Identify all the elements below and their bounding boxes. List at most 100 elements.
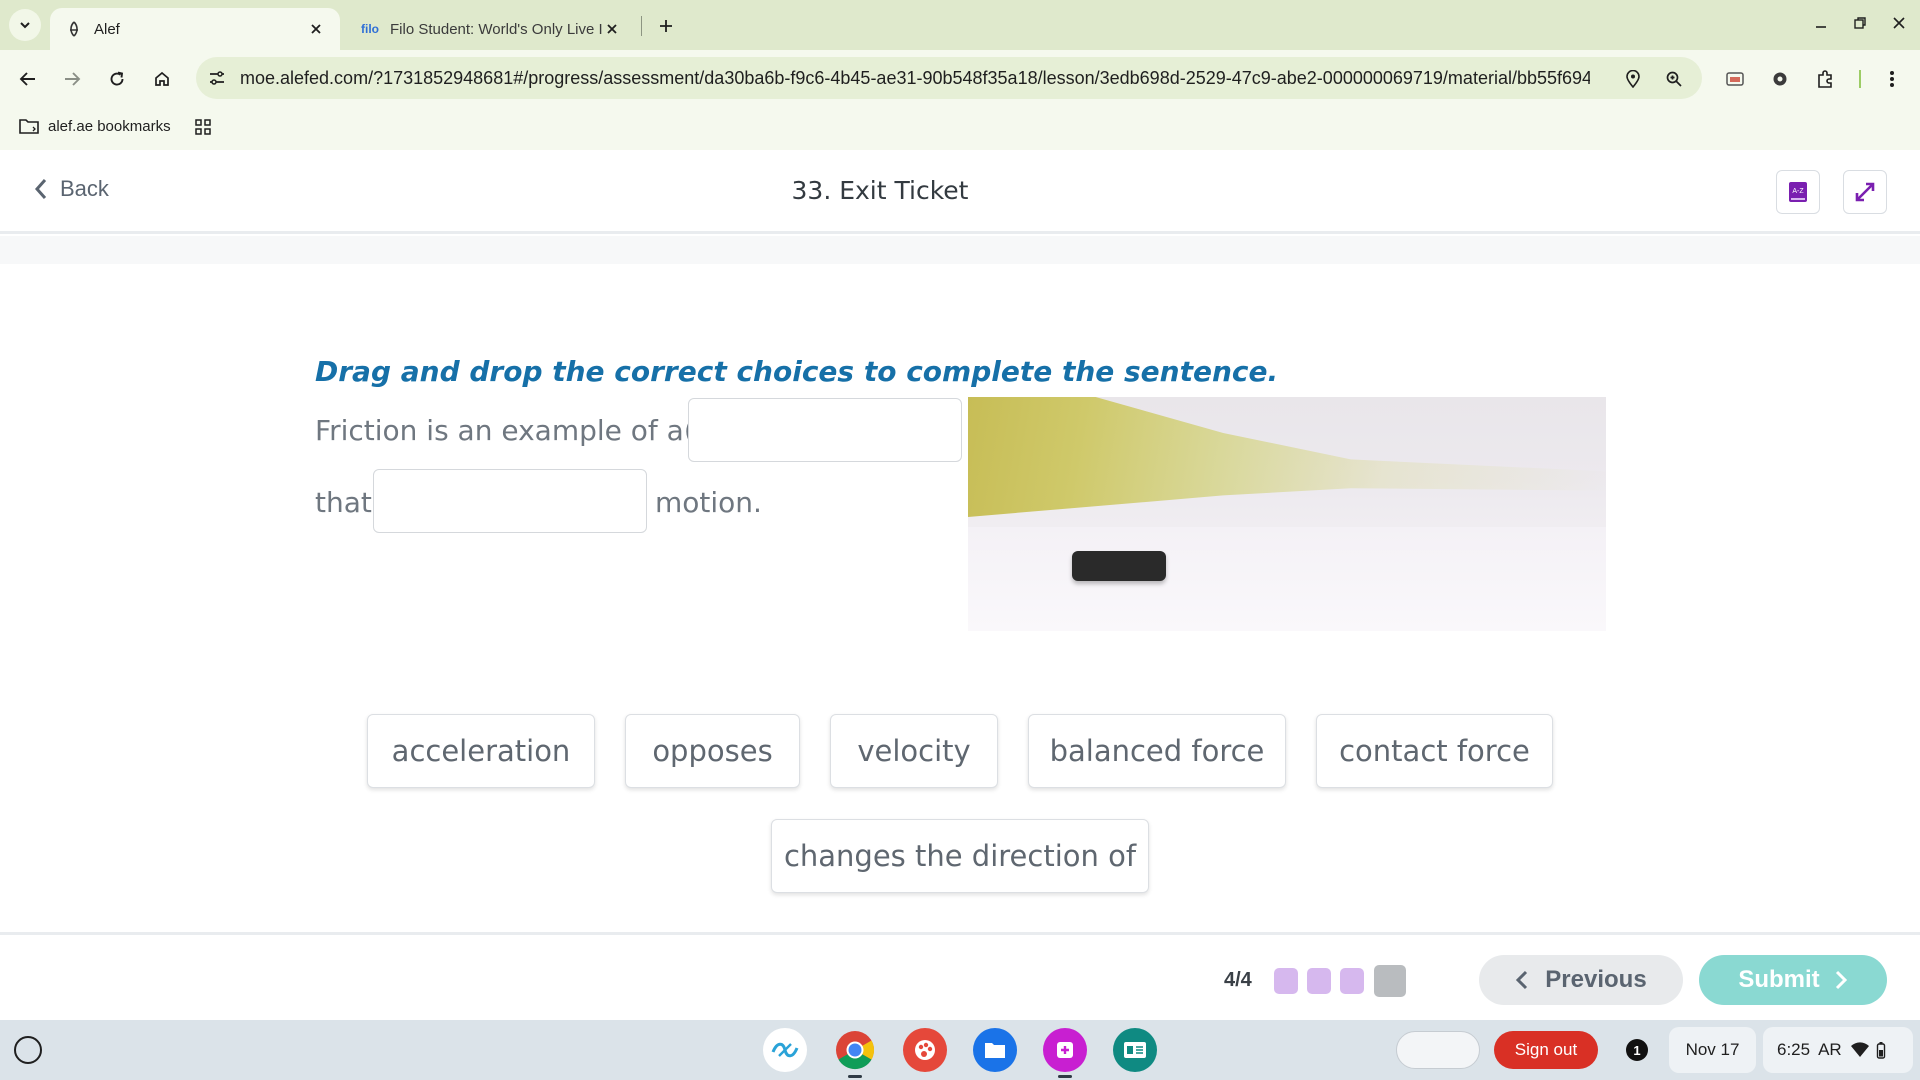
site-info-icon[interactable] — [204, 65, 230, 91]
submit-label: Submit — [1738, 966, 1820, 993]
files-app-icon[interactable] — [973, 1028, 1017, 1072]
tab-title: Filo Student: World's Only Live I — [390, 20, 602, 38]
lesson-header: Back 33. Exit Ticket A-Z — [0, 150, 1920, 234]
new-tab-button[interactable] — [651, 11, 681, 41]
url-text: moe.alefed.com/?1731852948681#/progress/… — [240, 68, 1590, 88]
folder-icon — [19, 119, 39, 134]
drop-zone-1[interactable] — [688, 398, 962, 462]
tab-separator — [641, 16, 642, 36]
browser-toolbar: moe.alefed.com/?1731852948681#/progress/… — [0, 50, 1920, 108]
close-tab-icon[interactable] — [602, 23, 622, 35]
page-title: 33. Exit Ticket — [791, 176, 969, 205]
clock-time: 6:25 — [1777, 1040, 1811, 1059]
paint-app-icon[interactable] — [903, 1028, 947, 1072]
back-nav-button[interactable] — [12, 63, 44, 95]
minimize-icon — [1816, 26, 1826, 28]
restore-window-button[interactable] — [1845, 10, 1875, 36]
battery-icon — [1876, 1042, 1885, 1059]
question-instruction: Drag and drop the correct choices to com… — [315, 355, 1279, 388]
choice-balanced-force[interactable]: balanced force — [1028, 714, 1286, 788]
choice-contact-force[interactable]: contact force — [1316, 714, 1553, 788]
drop-zone-2[interactable] — [373, 469, 647, 533]
sentence-part-2: that — [315, 486, 372, 519]
fullscreen-button[interactable] — [1843, 170, 1887, 214]
progress-dot-4[interactable] — [1374, 965, 1406, 997]
os-shelf: Sign out 1 Nov 17 6:25 AR — [0, 1020, 1920, 1080]
launcher-button[interactable] — [14, 1036, 42, 1064]
plus-icon — [660, 20, 672, 32]
home-button[interactable] — [146, 63, 178, 95]
choice-velocity[interactable]: velocity — [830, 714, 998, 788]
notification-badge[interactable]: 1 — [1626, 1039, 1648, 1061]
expand-icon — [1855, 182, 1875, 202]
progress-label: 4/4 — [1224, 969, 1252, 991]
apps-grid-icon — [195, 119, 211, 135]
reload-icon — [110, 71, 124, 86]
previous-button[interactable]: Previous — [1479, 955, 1683, 1005]
hockey-puck-image — [968, 397, 1606, 631]
more-vertical-icon — [1890, 71, 1894, 87]
bookmarks-bar: alef.ae bookmarks — [0, 108, 1920, 150]
filo-favicon-icon: filo — [361, 22, 379, 36]
reload-button[interactable] — [101, 63, 133, 95]
date-tray[interactable]: Nov 17 — [1669, 1027, 1756, 1073]
extensions-menu-button[interactable] — [1809, 63, 1841, 95]
bookmark-folder-alef[interactable]: alef.ae bookmarks — [18, 117, 171, 135]
submit-button[interactable]: Submit — [1699, 955, 1887, 1005]
arrow-left-icon — [19, 72, 35, 86]
screen-capture-thumbnail[interactable] — [1396, 1031, 1480, 1069]
forward-nav-button[interactable] — [56, 63, 88, 95]
previous-label: Previous — [1545, 966, 1647, 993]
input-method: AR — [1818, 1040, 1842, 1059]
zoom-icon[interactable] — [1661, 66, 1687, 92]
sign-out-button[interactable]: Sign out — [1494, 1031, 1598, 1069]
chevron-left-icon — [1516, 970, 1528, 990]
status-tray[interactable]: 6:25 AR — [1763, 1027, 1913, 1073]
content-top-band — [0, 236, 1920, 264]
glossary-label: A-Z — [1792, 188, 1804, 195]
progress-dot-1[interactable] — [1274, 968, 1298, 994]
restore-icon — [1854, 17, 1866, 29]
tab-title: Alef — [94, 20, 120, 38]
close-window-button[interactable] — [1884, 10, 1914, 36]
close-tab-icon[interactable] — [306, 23, 326, 35]
sentence-part-3: motion. — [655, 486, 762, 519]
choice-opposes[interactable]: opposes — [625, 714, 800, 788]
apps-grid-button[interactable] — [192, 116, 214, 138]
wifi-icon — [1850, 1042, 1869, 1057]
cast-button[interactable] — [1719, 63, 1751, 95]
tab-filo[interactable]: filo Filo Student: World's Only Live I — [346, 8, 636, 50]
progress-dot-2[interactable] — [1307, 968, 1331, 994]
hockey-puck — [1072, 551, 1166, 581]
toolbar-separator — [1859, 70, 1861, 88]
home-icon — [155, 71, 169, 86]
bookmark-label: alef.ae bookmarks — [48, 117, 171, 135]
question-footer: 4/4 Previous Submit — [0, 932, 1920, 1020]
tab-alef[interactable]: Alef — [50, 8, 340, 50]
progress-dot-3[interactable] — [1340, 968, 1364, 994]
cast-icon — [1726, 72, 1744, 86]
chrome-app-icon[interactable] — [833, 1028, 877, 1072]
minimize-window-button[interactable] — [1806, 10, 1836, 36]
tab-search-button[interactable] — [9, 9, 41, 41]
ice-surface — [968, 527, 1606, 631]
alef-favicon-icon — [64, 21, 84, 37]
chevron-right-icon — [1835, 970, 1847, 990]
glossary-book-icon: A-Z — [1789, 182, 1807, 202]
choice-changes-direction[interactable]: changes the direction of — [771, 819, 1149, 893]
chrome-running-indicator — [848, 1075, 862, 1078]
extension-button[interactable] — [1764, 63, 1796, 95]
address-bar[interactable]: moe.alefed.com/?1731852948681#/progress/… — [196, 57, 1702, 99]
location-icon[interactable] — [1620, 66, 1646, 92]
classroom-app-icon[interactable] — [1113, 1028, 1157, 1072]
choice-acceleration[interactable]: acceleration — [367, 714, 595, 788]
browser-menu-button[interactable] — [1876, 63, 1908, 95]
extension-gear-icon — [1773, 72, 1787, 86]
canvas-app-icon[interactable] — [1043, 1028, 1087, 1072]
browser-tab-bar: Alef filo Filo Student: World's Only Liv… — [0, 0, 1920, 50]
arrow-right-icon — [65, 72, 81, 86]
canvas-running-indicator — [1058, 1075, 1072, 1078]
classlink-app-icon[interactable] — [763, 1028, 807, 1072]
glossary-button[interactable]: A-Z — [1776, 170, 1820, 214]
chevron-down-icon — [20, 22, 30, 29]
